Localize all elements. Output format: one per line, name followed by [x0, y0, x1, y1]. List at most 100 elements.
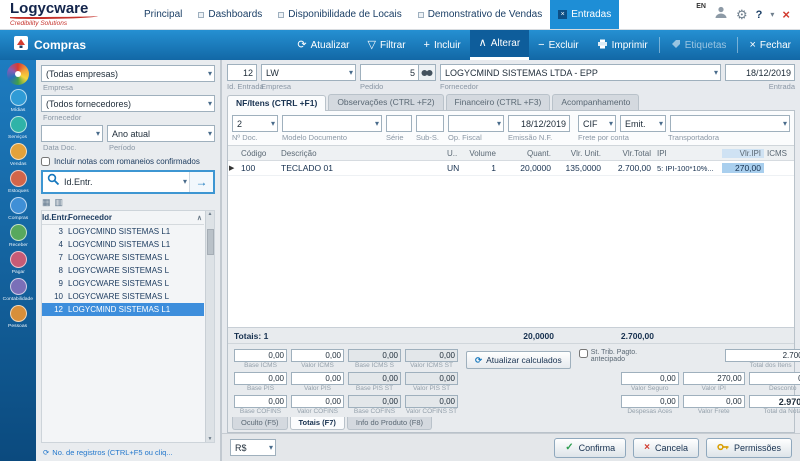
- valor-ipi-field[interactable]: [683, 372, 745, 385]
- list-item[interactable]: 7 LOGYCWARE SISTEMAS L: [42, 251, 204, 264]
- nav-item-entradas[interactable]: × Entradas: [550, 0, 619, 29]
- cif-select[interactable]: CIF ▾: [578, 115, 616, 132]
- col-codigo[interactable]: Código: [238, 149, 278, 158]
- lookup-button[interactable]: [419, 64, 436, 81]
- list-item[interactable]: 4 LOGYCMIND SISTEMAS L1: [42, 238, 204, 251]
- col-icms[interactable]: ICMS: [764, 149, 794, 158]
- atualizar-button[interactable]: ⟳ Atualizar: [288, 30, 358, 60]
- rail-item-vendas[interactable]: Vendas: [0, 142, 36, 169]
- col-un[interactable]: U..: [444, 149, 464, 158]
- user-avatar-icon[interactable]: [714, 5, 728, 24]
- total-da-nota-field[interactable]: [749, 395, 800, 408]
- id-entrada-field[interactable]: [227, 64, 257, 81]
- desconto-field[interactable]: [749, 372, 800, 385]
- scroll-down-icon[interactable]: ▼: [208, 436, 213, 442]
- nav-item-demonstrativo[interactable]: Demonstrativo de Vendas: [410, 0, 551, 29]
- valor-seguro-field[interactable]: [621, 372, 679, 385]
- rail-item-servicos[interactable]: Serviços: [0, 115, 36, 142]
- tab-oculto[interactable]: Oculto (F5): [232, 417, 288, 430]
- imprimir-button[interactable]: Imprimir: [588, 30, 657, 60]
- valor-pis-field[interactable]: [291, 372, 344, 385]
- etiquetas-button[interactable]: Etiquetas: [662, 30, 736, 60]
- incluir-button[interactable]: + Incluir: [415, 30, 470, 60]
- romaneios-checkbox[interactable]: [41, 157, 50, 166]
- base-icms-field[interactable]: [234, 349, 287, 362]
- list-item[interactable]: 3 LOGYCMIND SISTEMAS L1: [42, 225, 204, 238]
- grid-row[interactable]: ▶ 100 TECLADO 01 UN 1 20,0000 135,0000 2…: [228, 161, 794, 176]
- valor-icms-st-field[interactable]: [405, 349, 458, 362]
- list-scrollbar[interactable]: ▲ ▼: [205, 211, 214, 442]
- confirma-button[interactable]: ✓ Confirma: [554, 438, 626, 458]
- scroll-up-icon[interactable]: ▲: [208, 211, 213, 217]
- tab-nf-itens[interactable]: NF/Itens (CTRL +F1): [227, 95, 326, 111]
- list-item[interactable]: 9 LOGYCWARE SISTEMAS L: [42, 277, 204, 290]
- col-vlr-unit[interactable]: Vlr. Unit.: [554, 149, 604, 158]
- emissao-field[interactable]: [508, 115, 570, 132]
- empresa-select[interactable]: LW ▾: [261, 64, 356, 81]
- pedido-field[interactable]: [360, 64, 419, 81]
- filtrar-button[interactable]: ▽ Filtrar: [359, 30, 415, 60]
- permissoes-button[interactable]: Permissões: [706, 438, 792, 458]
- emit-select[interactable]: Emit. ▾: [620, 115, 666, 132]
- base-cofins-field[interactable]: [234, 395, 287, 408]
- nav-item-dashboards[interactable]: Dashboards: [190, 0, 270, 29]
- empresa-filter-select[interactable]: (Todas empresas) ▾: [41, 65, 215, 82]
- op-fiscal-select[interactable]: ▾: [448, 115, 504, 132]
- search-field-select[interactable]: Id.Entr. ▾: [60, 172, 189, 192]
- modelo-documento-select[interactable]: ▾: [282, 115, 382, 132]
- tab-acompanhamento[interactable]: Acompanhamento: [552, 94, 639, 110]
- st-trib-checkbox[interactable]: [579, 349, 588, 358]
- rail-item-midias[interactable]: Mídias: [0, 88, 36, 115]
- col-descricao[interactable]: Descrição: [278, 149, 444, 158]
- col-vlr-total[interactable]: Vlr.Total: [604, 149, 654, 158]
- chevron-down-icon[interactable]: ▾: [770, 10, 774, 19]
- base-pis-field[interactable]: [234, 372, 287, 385]
- copy-grid-icon[interactable]: ▥: [55, 197, 64, 208]
- currency-select[interactable]: R$ ▾: [230, 439, 276, 456]
- serie-field[interactable]: [386, 115, 412, 132]
- col-quant[interactable]: Quant.: [499, 149, 554, 158]
- rail-item-compras[interactable]: Compras: [0, 196, 36, 223]
- col-fornecedor[interactable]: Fornecedor: [68, 213, 197, 222]
- excluir-button[interactable]: − Excluir: [529, 30, 587, 60]
- despesas-aces-field[interactable]: [621, 395, 679, 408]
- rail-item-pagar[interactable]: Pagar: [0, 250, 36, 277]
- search-go-button[interactable]: →: [189, 172, 213, 192]
- atualizar-calculados-button[interactable]: ⟳ Atualizar calculados: [466, 351, 571, 369]
- col-vlr-ipi[interactable]: Vlr.IPI: [722, 149, 764, 158]
- cell-vlr-ipi-selected[interactable]: 270,00: [722, 163, 764, 173]
- ndoc-select[interactable]: 2 ▾: [232, 115, 278, 132]
- pinwheel-logo-icon[interactable]: [7, 63, 29, 85]
- nav-item-principal[interactable]: Principal: [136, 0, 190, 29]
- rail-item-contabilidade[interactable]: Contabilidade: [0, 277, 36, 304]
- valor-cofins-st-field[interactable]: [405, 395, 458, 408]
- close-window-icon[interactable]: ×: [782, 7, 790, 22]
- col-id-entr[interactable]: Id.Entr.: [42, 213, 68, 222]
- cancela-button[interactable]: × Cancela: [633, 438, 699, 458]
- fornecedor-select[interactable]: LOGYCMIND SISTEMAS LTDA - EPP ▾: [440, 64, 721, 81]
- tab-financeiro[interactable]: Financeiro (CTRL +F3): [446, 94, 551, 110]
- list-item-selected[interactable]: 12 LOGYCMIND SISTEMAS L1: [42, 303, 204, 316]
- transportadora-select[interactable]: ▾: [670, 115, 790, 132]
- fornecedor-filter-select[interactable]: (Todos fornecedores) ▾: [41, 95, 215, 112]
- nav-item-disponibilidade[interactable]: Disponibilidade de Locais: [270, 0, 409, 29]
- fechar-button[interactable]: × Fechar: [740, 30, 800, 60]
- list-item[interactable]: 10 LOGYCWARE SISTEMAS L: [42, 290, 204, 303]
- base-cofins-st-field[interactable]: [348, 395, 401, 408]
- tab-totais[interactable]: Totais (F7): [290, 417, 345, 430]
- list-item[interactable]: 8 LOGYCWARE SISTEMAS L: [42, 264, 204, 277]
- tab-observacoes[interactable]: Observações (CTRL +F2): [328, 94, 443, 110]
- subs-field[interactable]: [416, 115, 444, 132]
- scroll-thumb[interactable]: [207, 229, 214, 255]
- valor-cofins-field[interactable]: [291, 395, 344, 408]
- grid-view-icon[interactable]: ▦: [42, 197, 51, 208]
- col-ipi[interactable]: IPI: [654, 149, 722, 158]
- valor-icms-field[interactable]: [291, 349, 344, 362]
- entrada-date-field[interactable]: [725, 64, 795, 81]
- records-count-footer[interactable]: ⟳ No. de registros (CTRL+F5 ou cliq...: [41, 443, 215, 461]
- rail-item-receber[interactable]: Receber: [0, 223, 36, 250]
- base-pis-st-field[interactable]: [348, 372, 401, 385]
- periodo-select[interactable]: Ano atual ▾: [107, 125, 215, 142]
- rail-item-pessoas[interactable]: Pessoas: [0, 304, 36, 331]
- rail-item-estoques[interactable]: Estoques: [0, 169, 36, 196]
